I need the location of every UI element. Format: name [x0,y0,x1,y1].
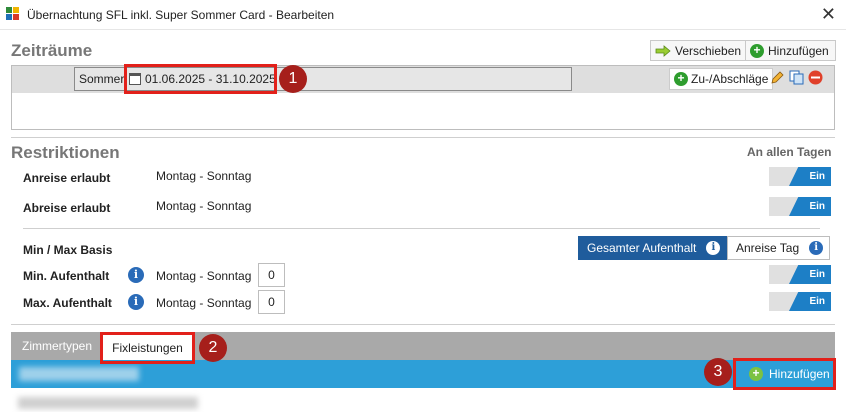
add-fixleistung-button[interactable]: + Hinzufügen [737,362,830,386]
max-stay-label: Max. Aufenthalt [23,296,112,310]
restriktionen-heading: Restriktionen [11,143,120,162]
surcharge-label: Zu-/Abschläge [691,72,769,86]
basis-total-stay-label: Gesamter Aufenthalt [587,241,697,255]
calendar-icon [129,73,141,85]
window-title: Übernachtung SFL inkl. Super Sommer Card… [27,8,335,22]
add-period-label: Hinzufügen [768,43,829,58]
max-stay-toggle[interactable]: Ein [769,292,831,311]
tab-zimmertypen[interactable]: Zimmertypen [22,339,92,353]
period-bar[interactable]: Sommer 01.06.2025 - 31.10.2025 [74,67,572,91]
min-stay-input[interactable]: 0 [258,263,285,287]
period-row[interactable]: Sommer 01.06.2025 - 31.10.2025 + Zu-/Abs… [12,66,834,93]
max-stay-days[interactable]: Montag - Sonntag [156,296,251,310]
plus-icon: + [749,367,763,381]
arrival-toggle[interactable]: Ein [769,167,831,186]
copy-icon[interactable] [789,70,804,85]
annotation-badge-1: 1 [279,65,307,93]
plus-icon: + [674,72,688,86]
divider [11,324,835,325]
annotation-badge-2: 2 [199,334,227,362]
info-icon[interactable]: i [128,267,144,283]
basis-arrival-day[interactable]: Anreise Tag i [727,236,830,260]
divider [23,228,820,229]
arrow-right-icon [655,44,671,57]
toggle-on-label: Ein [789,292,831,311]
departure-label: Abreise erlaubt [23,201,111,215]
min-stay-days[interactable]: Montag - Sonntag [156,269,251,283]
info-icon[interactable]: i [809,241,824,255]
divider [11,137,835,138]
move-button-label: Verschieben [675,43,742,58]
edit-icon[interactable] [770,70,785,85]
max-stay-input[interactable]: 0 [258,290,285,314]
surcharge-button[interactable]: + Zu-/Abschläge [669,68,774,90]
app-icon [6,7,20,21]
arrival-label: Anreise erlaubt [23,171,111,185]
toggle-on-label: Ein [789,265,831,284]
departure-value[interactable]: Montag - Sonntag [156,199,251,213]
close-icon[interactable]: ✕ [821,4,836,25]
blurred-list-item [18,397,198,409]
min-stay-label: Min. Aufenthalt [23,269,110,283]
tab-fixleistungen[interactable]: Fixleistungen [101,335,194,360]
arrival-value[interactable]: Montag - Sonntag [156,169,251,183]
delete-icon[interactable] [808,70,823,85]
toggle-on-label: Ein [789,167,831,186]
info-icon[interactable]: i [706,241,721,255]
minmax-label: Min / Max Basis [23,243,113,257]
scope-label: An allen Tagen [747,145,832,159]
toggle-on-label: Ein [789,197,831,216]
basis-total-stay[interactable]: Gesamter Aufenthalt i [578,236,727,260]
period-actions [770,70,823,85]
departure-toggle[interactable]: Ein [769,197,831,216]
periods-list: Sommer 01.06.2025 - 31.10.2025 + Zu-/Abs… [11,65,835,130]
info-icon[interactable]: i [128,294,144,310]
window-titlebar: Übernachtung SFL inkl. Super Sommer Card… [0,0,846,30]
period-dates: 01.06.2025 - 31.10.2025 [145,72,276,86]
tab-bar: Zimmertypen Fixleistungen [11,332,835,360]
plus-icon: + [750,43,764,58]
period-date-range: 01.06.2025 - 31.10.2025 [129,70,276,88]
basis-arrival-day-label: Anreise Tag [736,241,800,255]
blurred-item [19,367,139,381]
min-stay-toggle[interactable]: Ein [769,265,831,284]
annotation-badge-3: 3 [704,358,732,386]
zeitraeume-heading: Zeiträume [11,41,93,60]
move-button[interactable]: Verschieben [650,40,749,61]
add-period-button[interactable]: + Hinzufügen [745,40,836,61]
period-name: Sommer [79,72,125,86]
add-fixleistung-label: Hinzufügen [769,367,830,381]
